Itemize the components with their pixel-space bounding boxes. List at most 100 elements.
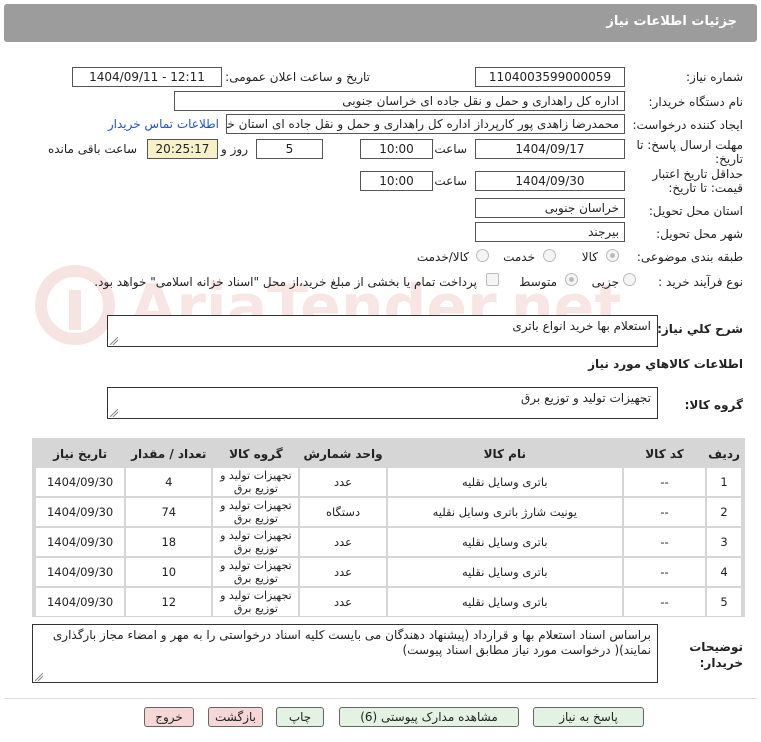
treasury-checkbox[interactable] — [486, 273, 499, 286]
summary-textbox: استعلام بها خرید انواع باتری — [107, 315, 658, 347]
cell-qty: 74 — [126, 498, 212, 526]
col-row-header: ردیف — [707, 442, 741, 466]
cell-date: 1404/09/30 — [36, 558, 125, 586]
category-radio-service[interactable] — [543, 249, 556, 262]
cell-group: تجهیزات تولید و توزیع برق — [213, 498, 299, 526]
cell-unit: عدد — [300, 528, 386, 556]
goods-grid: ردیف کد کالا نام کالا واحد شمارش گروه کا… — [34, 440, 743, 618]
buyer-notes-label-2: خریدار: — [699, 656, 743, 670]
announce-field: 1404/09/11 - 12:11 — [72, 67, 222, 87]
validity-label-2: قیمت: تا تاریخ: — [668, 181, 743, 195]
process-radio-medium[interactable] — [565, 273, 578, 286]
table-header-row: ردیف کد کالا نام کالا واحد شمارش گروه کا… — [36, 442, 741, 466]
goods-table: ردیف کد کالا نام کالا واحد شمارش گروه کا… — [32, 438, 745, 617]
validity-label: حداقل تاریخ اعتبار — [652, 167, 743, 181]
buyer-org-label: نام دستگاه خریدار: — [648, 95, 744, 109]
divider — [4, 698, 757, 699]
goods-group-textbox: تجهیزات تولید و توزیع برق — [107, 387, 658, 419]
table-row: 2 -- یونیت شارژ باتری وسایل نقلیه دستگاه تجه… — [36, 498, 741, 526]
cell-date: 1404/09/30 — [36, 498, 125, 526]
deadline-label-2: تاریخ: — [715, 152, 743, 166]
exit-button[interactable]: خروج — [144, 707, 194, 727]
days-label: روز و — [221, 142, 248, 156]
cell-row: 1 — [707, 468, 741, 496]
table-row: 1 -- باتری وسایل نقلیه عدد تجهیزات تولید و ت… — [36, 468, 741, 496]
col-code-header: کد کالا — [623, 442, 706, 466]
buyer-notes-text: براساس اسناد استعلام بها و قرارداد (پیشن… — [52, 628, 651, 657]
resize-handle-icon[interactable] — [110, 337, 118, 345]
buyer-org-field: اداره کل راهداری و حمل و نقل جاده ای خرا… — [174, 91, 625, 111]
category-option-goods: کالا — [581, 250, 598, 264]
cell-date: 1404/09/30 — [36, 468, 125, 496]
process-label: نوع فرآیند خرید : — [658, 275, 743, 289]
deadline-time-label: ساعت — [434, 142, 467, 156]
cell-code: -- — [623, 588, 706, 616]
validity-time-label: ساعت — [434, 174, 467, 188]
cell-row: 5 — [707, 588, 741, 616]
process-option-medium: متوسط — [519, 275, 557, 289]
summary-text: استعلام بها خرید انواع باتری — [512, 319, 651, 333]
need-number-field: 1104003599000059 — [475, 67, 625, 87]
category-option-both: کالا/خدمت — [416, 250, 469, 264]
cell-group: تجهیزات تولید و توزیع برق — [213, 588, 299, 616]
process-option-minor: جزیی — [591, 275, 619, 289]
back-button[interactable]: بازگشت — [208, 707, 263, 727]
cell-date: 1404/09/30 — [36, 588, 125, 616]
cell-row: 3 — [707, 528, 741, 556]
remaining-label: ساعت باقی مانده — [47, 142, 137, 156]
deadline-label: مهلت ارسال پاسخ: تا — [636, 138, 743, 152]
category-radio-both[interactable] — [476, 249, 489, 262]
cell-group: تجهیزات تولید و توزیع برق — [213, 468, 299, 496]
resize-handle-icon[interactable] — [35, 673, 43, 681]
page-title: جزئیات اطلاعات نیاز — [606, 14, 737, 29]
days-field: 5 — [256, 139, 323, 159]
cell-date: 1404/09/30 — [36, 528, 125, 556]
cell-unit: دستگاه — [300, 498, 386, 526]
cell-qty: 4 — [126, 468, 212, 496]
cell-row: 4 — [707, 558, 741, 586]
table-body: 1 -- باتری وسایل نقلیه عدد تجهیزات تولید و ت… — [36, 468, 741, 616]
goods-group-label: گروه کالا: — [684, 398, 743, 412]
category-label: طبقه بندی موضوعی: — [636, 250, 743, 264]
creator-label: ایجاد کننده درخواست: — [632, 118, 743, 132]
print-button[interactable]: چاپ — [276, 707, 324, 727]
col-qty-header: تعداد / مقدار — [126, 442, 212, 466]
validity-time-field: 10:00 — [360, 171, 433, 191]
goods-section-title: اطلاعات کالاهاي مورد نياز — [588, 357, 743, 371]
city-field: بیرجند — [475, 222, 625, 242]
summary-label: شرح کلي نياز: — [657, 322, 743, 336]
table-row: 3 -- باتری وسایل نقلیه عدد تجهیزات تولید و ت… — [36, 528, 741, 556]
cell-code: -- — [623, 528, 706, 556]
cell-name: باتری وسایل نقلیه — [387, 588, 622, 616]
need-number-label: شماره نیاز: — [686, 70, 743, 84]
cell-unit: عدد — [300, 588, 386, 616]
view-attachments-button[interactable]: مشاهده مدارک پیوستی (6) — [339, 707, 519, 727]
cell-row: 2 — [707, 498, 741, 526]
goods-group-text: تجهیزات تولید و توزیع برق — [521, 391, 651, 405]
announce-label: تاریخ و ساعت اعلان عمومی: — [225, 70, 370, 84]
cell-group: تجهیزات تولید و توزیع برق — [213, 558, 299, 586]
process-radio-minor[interactable] — [623, 273, 636, 286]
cell-qty: 18 — [126, 528, 212, 556]
buyer-contact-link[interactable]: اطلاعات تماس خریدار — [108, 117, 219, 131]
city-label: شهر محل تحویل: — [656, 227, 743, 241]
col-date-header: تاریخ نیاز — [36, 442, 125, 466]
cell-code: -- — [623, 498, 706, 526]
reply-button[interactable]: پاسخ به نیاز — [533, 707, 644, 727]
deadline-date-field: 1404/09/17 — [475, 139, 625, 159]
validity-date-field: 1404/09/30 — [475, 171, 625, 191]
col-name-header: نام کالا — [387, 442, 622, 466]
resize-handle-icon[interactable] — [110, 409, 118, 417]
cell-group: تجهیزات تولید و توزیع برق — [213, 528, 299, 556]
buyer-notes-label: توضیحات — [689, 640, 743, 654]
cell-qty: 12 — [126, 588, 212, 616]
category-option-service: خدمت — [503, 250, 535, 264]
cell-unit: عدد — [300, 468, 386, 496]
cell-code: -- — [623, 558, 706, 586]
creator-field: محمدرضا زاهدی پور کارپرداز اداره کل راهد… — [226, 114, 625, 134]
cell-code: -- — [623, 468, 706, 496]
cell-name: باتری وسایل نقلیه — [387, 468, 622, 496]
province-field: خراسان جنوبی — [475, 198, 625, 218]
category-radio-goods[interactable] — [606, 249, 619, 262]
cell-name: باتری وسایل نقلیه — [387, 528, 622, 556]
